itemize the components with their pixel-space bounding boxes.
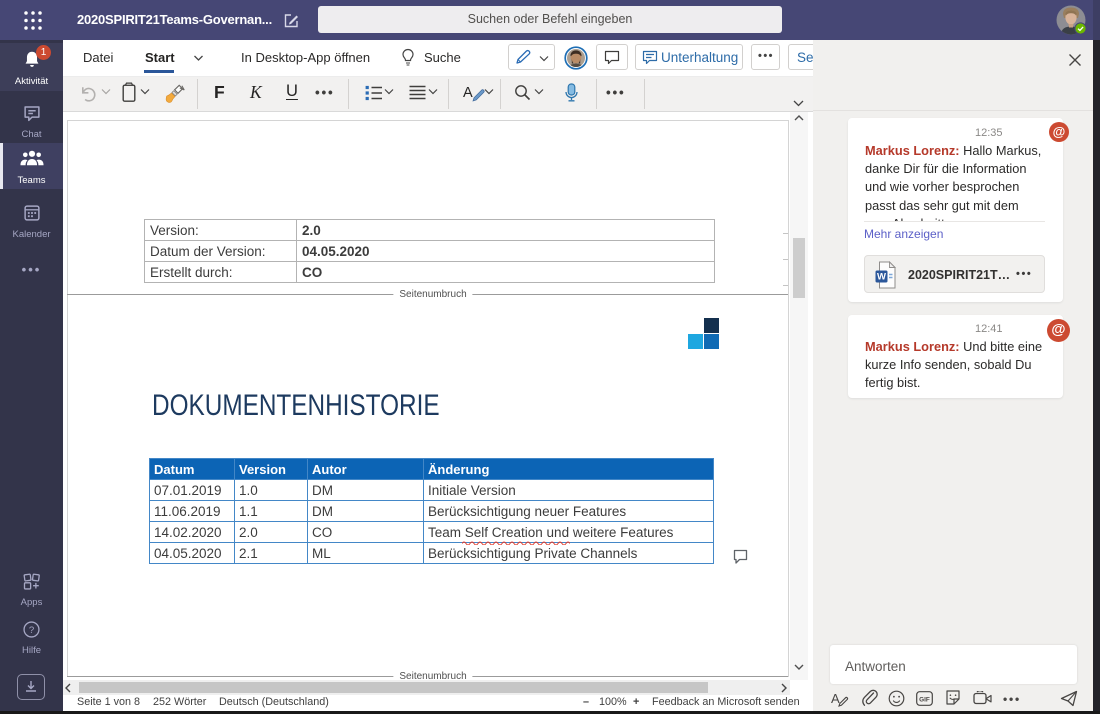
svg-text:A: A: [831, 691, 840, 706]
svg-text:?: ?: [29, 625, 34, 636]
svg-text:W: W: [877, 272, 886, 283]
svg-text:GIF: GIF: [919, 696, 930, 703]
